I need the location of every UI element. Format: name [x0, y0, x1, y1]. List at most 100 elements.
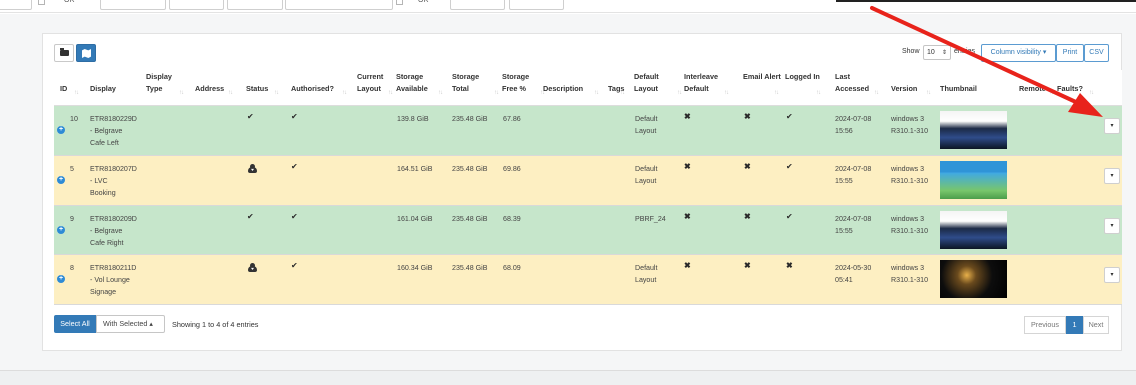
- filter-checkbox[interactable]: [396, 0, 403, 5]
- table-info: Showing 1 to 4 of 4 entries: [172, 320, 259, 329]
- column-header-default-layout[interactable]: Default Layout: [634, 71, 678, 95]
- print-button[interactable]: Print: [1056, 44, 1084, 62]
- check-icon: ✔: [291, 162, 298, 171]
- row-actions-dropdown[interactable]: ▾: [1104, 168, 1120, 184]
- expand-row-icon[interactable]: +: [57, 176, 65, 184]
- filter-select[interactable]: [169, 0, 224, 10]
- column-header-storage-available[interactable]: Storage Available: [396, 71, 440, 95]
- filter-select[interactable]: [100, 0, 166, 10]
- column-visibility-label: Column visibility: [990, 49, 1041, 56]
- sort-icon[interactable]: ↑↓: [677, 90, 682, 96]
- train-poster-thumbnail[interactable]: [940, 161, 1007, 199]
- cell-display-line[interactable]: - LVC: [90, 175, 108, 187]
- page-footer: [0, 370, 1136, 385]
- column-header-thumbnail[interactable]: Thumbnail: [940, 83, 977, 95]
- sort-icon[interactable]: ↑↓: [342, 90, 347, 96]
- filter-select[interactable]: [227, 0, 283, 10]
- expand-row-icon[interactable]: +: [57, 126, 65, 134]
- map-view-button[interactable]: [76, 44, 96, 62]
- column-header-status[interactable]: Status: [246, 83, 268, 95]
- sort-icon[interactable]: ↑↓: [179, 90, 184, 96]
- column-header-logged-in[interactable]: Logged In: [785, 71, 829, 83]
- filter-checkbox[interactable]: [38, 0, 45, 5]
- cell-display-line[interactable]: ETR8180229D: [90, 113, 137, 125]
- sort-icon[interactable]: ↑↓: [816, 90, 821, 96]
- previous-page-button[interactable]: Previous: [1024, 316, 1066, 334]
- column-header-remote[interactable]: Remote: [1019, 83, 1046, 95]
- cell-last-accessed: 2024-07-08: [835, 165, 872, 173]
- sort-icon[interactable]: ↑↓: [74, 90, 79, 96]
- sort-icon[interactable]: ↑↓: [774, 90, 779, 96]
- row-actions-dropdown[interactable]: ▾: [1104, 267, 1120, 283]
- next-page-button[interactable]: Next: [1083, 316, 1109, 334]
- sort-icon[interactable]: ↑↓: [1049, 90, 1054, 96]
- sort-icon[interactable]: ↑↓: [494, 90, 499, 96]
- check-icon: ✔: [786, 162, 793, 171]
- running-festival-thumbnail[interactable]: [940, 211, 1007, 249]
- sort-icon[interactable]: ↑↓: [228, 90, 233, 96]
- column-header-last-accessed[interactable]: Last Accessed: [835, 71, 879, 95]
- check-icon: ✔: [786, 112, 793, 121]
- cell-display-line[interactable]: - Belgrave: [90, 125, 122, 137]
- column-header-faults[interactable]: Faults?: [1057, 83, 1083, 95]
- filter-operator-select[interactable]: OR: [418, 0, 429, 4]
- expand-row-icon[interactable]: +: [57, 226, 65, 234]
- column-header-description[interactable]: Description: [543, 83, 583, 95]
- table-header: ID ↑↓ Display Display Type ↑↓ Address ↑↓ Status…: [54, 70, 1122, 106]
- table-row[interactable]: +10 ETR8180229D - Belgrave Cafe Left ✔ ✔ 139.8…: [54, 106, 1122, 156]
- filter-select[interactable]: [450, 0, 505, 10]
- cell-display-line[interactable]: ETR8180207D: [90, 163, 137, 175]
- sort-icon[interactable]: ↑↓: [620, 90, 625, 96]
- row-actions-dropdown[interactable]: ▾: [1104, 218, 1120, 234]
- night-train-thumbnail[interactable]: [940, 260, 1007, 298]
- sort-icon[interactable]: ↑↓: [874, 90, 879, 96]
- csv-button[interactable]: CSV: [1084, 44, 1109, 62]
- column-header-id[interactable]: ID: [60, 83, 67, 95]
- running-festival-thumbnail[interactable]: [940, 111, 1007, 149]
- cell-display-line[interactable]: Signage: [90, 286, 116, 298]
- check-icon: ✔: [291, 212, 298, 221]
- filter-input[interactable]: [285, 0, 393, 10]
- expand-row-icon[interactable]: +: [57, 275, 65, 283]
- filter-input[interactable]: [0, 0, 32, 10]
- cell-display-line[interactable]: ETR8180209D: [90, 213, 137, 225]
- cross-icon: ✖: [684, 112, 691, 121]
- column-visibility-button[interactable]: Column visibility ▾: [981, 44, 1056, 62]
- cell-display-line[interactable]: - Vol Lounge: [90, 274, 130, 286]
- sort-icon[interactable]: ↑↓: [438, 90, 443, 96]
- sort-icon[interactable]: ↑↓: [594, 90, 599, 96]
- cell-display-line[interactable]: Cafe Right: [90, 237, 124, 249]
- cell-display-line[interactable]: - Belgrave: [90, 225, 122, 237]
- cell-display-line[interactable]: Cafe Left: [90, 137, 119, 149]
- table-row[interactable]: +9 ETR8180209D - Belgrave Cafe Right ✔ ✔ 161.0…: [54, 206, 1122, 255]
- filter-operator-select[interactable]: OR: [64, 0, 75, 4]
- column-header-address[interactable]: Address: [195, 83, 224, 95]
- sort-icon[interactable]: ↑↓: [388, 90, 393, 96]
- column-header-display-type[interactable]: Display Type: [146, 71, 190, 95]
- column-header-version[interactable]: Version: [891, 83, 917, 95]
- column-header-display[interactable]: Display: [90, 83, 116, 95]
- folder-view-button[interactable]: [54, 44, 74, 62]
- column-header-current-layout[interactable]: Current Layout: [357, 71, 401, 95]
- sort-icon[interactable]: ↑↓: [724, 90, 729, 96]
- sort-icon[interactable]: ↑↓: [926, 90, 931, 96]
- column-header-interleave[interactable]: Interleave Default: [684, 71, 728, 95]
- cell-version: R310.1-310: [891, 276, 929, 284]
- select-all-button[interactable]: Select All: [54, 315, 96, 333]
- cell-last-accessed: 15:55: [835, 177, 853, 185]
- table-row[interactable]: +8 ETR8180211D - Vol Lounge Signage ✔ 160.34 …: [54, 255, 1122, 305]
- filter-select[interactable]: [509, 0, 564, 10]
- column-header-storage-total[interactable]: Storage Total: [452, 71, 496, 95]
- page-size-select[interactable]: 10 ⇕: [923, 45, 951, 60]
- cell-display-line[interactable]: ETR8180211D: [90, 262, 136, 274]
- sort-icon[interactable]: ↑↓: [274, 90, 279, 96]
- column-header-email-alert[interactable]: Email Alert: [743, 71, 787, 83]
- page-1-button[interactable]: 1: [1066, 316, 1083, 334]
- cell-display-line[interactable]: Booking: [90, 187, 116, 199]
- with-selected-dropdown[interactable]: With Selected ▴: [96, 315, 165, 333]
- sort-icon[interactable]: ↑↓: [1089, 90, 1094, 96]
- column-header-authorised[interactable]: Authorised?: [291, 83, 334, 95]
- table-row[interactable]: +5 ETR8180207D - LVC Booking ✔ 164.51 GiB 235.…: [54, 156, 1122, 206]
- row-actions-dropdown[interactable]: ▾: [1104, 118, 1120, 134]
- folder-icon: [60, 48, 69, 56]
